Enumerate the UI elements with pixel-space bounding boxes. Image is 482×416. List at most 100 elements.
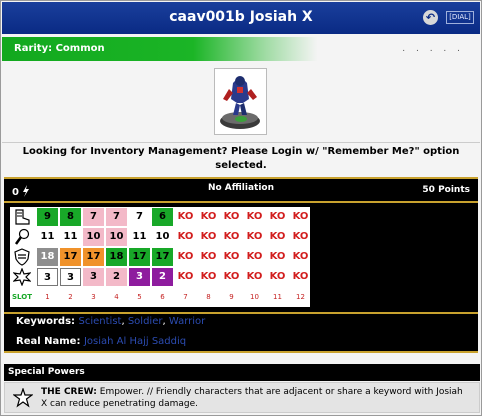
stat-cell: 11: [129, 228, 150, 246]
keywords-list: Scientist, Soldier, Warrior: [79, 316, 206, 327]
ko-cell: KO: [223, 211, 240, 222]
stat-cell: 3: [37, 268, 58, 286]
slot-number: 6: [160, 293, 165, 301]
stat-cell: 3: [129, 268, 150, 286]
stat-cell: 17: [83, 248, 104, 266]
ko-cell: KO: [223, 231, 240, 242]
ko-cell: KO: [177, 251, 194, 262]
defense-shield-icon: [14, 248, 30, 266]
ko-cell: KO: [269, 231, 286, 242]
stat-cell: 10: [83, 228, 104, 246]
character-card: caav001b Josiah X ↶ [DIAL] Rarity: Commo…: [0, 0, 482, 416]
dial-button[interactable]: [DIAL]: [446, 11, 474, 24]
stat-icon-column: SLOT: [10, 207, 34, 307]
stat-cell: 18: [106, 248, 127, 266]
keyword-link[interactable]: Soldier: [128, 316, 163, 327]
stat-cell: 3: [60, 268, 81, 286]
hero-figure-icon: [220, 76, 260, 129]
page-title: caav001b Josiah X: [169, 9, 313, 25]
power-description: Empower. // Friendly characters that are…: [41, 387, 463, 409]
dial-grid: SLOT 9 8 7 7 7 6 KO KO KO KO KO KO 11 11 10 10 11 10 KO KO K…: [10, 207, 310, 307]
divider: [4, 177, 478, 179]
back-arrow-icon[interactable]: ↶: [423, 10, 438, 25]
stat-cell: 17: [60, 248, 81, 266]
divider: [4, 351, 478, 353]
stat-cell: 11: [60, 228, 81, 246]
special-power-text: THE CREW: Empower. // Friendly character…: [41, 386, 471, 410]
ko-cell: KO: [200, 271, 217, 282]
slot-number: 10: [250, 293, 259, 301]
rarity-bar: Rarity: Common . . . . .: [2, 37, 480, 61]
slot-label: SLOT: [12, 293, 32, 301]
ko-cell: KO: [292, 231, 309, 242]
attack-fist-icon: [14, 228, 30, 245]
keyword-link[interactable]: Warrior: [169, 316, 205, 327]
ko-cell: KO: [292, 271, 309, 282]
stat-cell: 7: [106, 208, 127, 226]
ko-cell: KO: [223, 271, 240, 282]
ko-cell: KO: [269, 251, 286, 262]
combat-dial-panel: 0 No Affiliation 50 Points SLOT 9 8 7 7 …: [4, 177, 478, 353]
power-name: THE CREW:: [41, 387, 97, 397]
slot-number: 1: [45, 293, 50, 301]
ko-cell: KO: [200, 211, 217, 222]
login-notice: Looking for Inventory Management? Please…: [2, 142, 480, 172]
ko-cell: KO: [177, 231, 194, 242]
ko-cell: KO: [246, 271, 263, 282]
stat-cell: 9: [37, 208, 58, 226]
ko-cell: KO: [200, 251, 217, 262]
crew-star-icon: [13, 388, 33, 408]
speed-boot-icon: [15, 209, 30, 225]
damage-starburst-icon: [13, 268, 31, 286]
ko-cell: KO: [246, 231, 263, 242]
stat-cell: 7: [129, 208, 150, 226]
affiliation: No Affiliation: [207, 183, 275, 193]
slot-number: 4: [114, 293, 119, 301]
realname-line: Real Name: Josiah Al Hajj Saddiq: [16, 336, 186, 347]
slot-number: 11: [273, 293, 282, 301]
slot-number: 9: [229, 293, 234, 301]
title-bar: caav001b Josiah X ↶ [DIAL]: [2, 2, 480, 34]
ko-cell: KO: [292, 251, 309, 262]
special-power-row: THE CREW: Empower. // Friendly character…: [4, 382, 480, 413]
slot-number: 3: [91, 293, 96, 301]
slot-number: 7: [183, 293, 188, 301]
ko-cell: KO: [269, 211, 286, 222]
divider: [4, 312, 478, 314]
stat-cell: 2: [106, 268, 127, 286]
realname-value[interactable]: Josiah Al Hajj Saddiq: [84, 336, 186, 347]
ko-cell: KO: [269, 271, 286, 282]
stat-cell: 17: [152, 248, 173, 266]
figure-image[interactable]: [214, 68, 267, 135]
ko-cell: KO: [246, 251, 263, 262]
keyword-link[interactable]: Scientist: [79, 316, 122, 327]
stat-cell: 2: [152, 268, 173, 286]
ko-cell: KO: [200, 231, 217, 242]
stat-cell: 8: [60, 208, 81, 226]
stat-cell: 7: [83, 208, 104, 226]
ko-cell: KO: [177, 271, 194, 282]
slot-number: 5: [137, 293, 142, 301]
ko-cell: KO: [292, 211, 309, 222]
keywords-line: Keywords: Scientist, Soldier, Warrior: [16, 316, 205, 327]
point-value: 50 Points: [422, 185, 470, 195]
stat-cell: 18: [37, 248, 58, 266]
stat-cell: 3: [83, 268, 104, 286]
stat-cell: 6: [152, 208, 173, 226]
stat-cell: 10: [152, 228, 173, 246]
ko-cell: KO: [246, 211, 263, 222]
rarity-dots: . . . . .: [402, 44, 464, 54]
realname-label: Real Name:: [16, 336, 81, 347]
keywords-label: Keywords:: [16, 316, 76, 327]
stat-cell: 10: [106, 228, 127, 246]
ko-cell: KO: [177, 211, 194, 222]
ko-cell: KO: [223, 251, 240, 262]
divider: [4, 201, 478, 203]
special-powers-header: Special Powers: [4, 364, 480, 381]
stat-cell: 11: [37, 228, 58, 246]
slot-number: 2: [68, 293, 73, 301]
slot-number: 12: [296, 293, 305, 301]
stat-cell: 17: [129, 248, 150, 266]
rarity-label: Rarity: Common: [14, 43, 105, 54]
slot-number: 8: [206, 293, 211, 301]
